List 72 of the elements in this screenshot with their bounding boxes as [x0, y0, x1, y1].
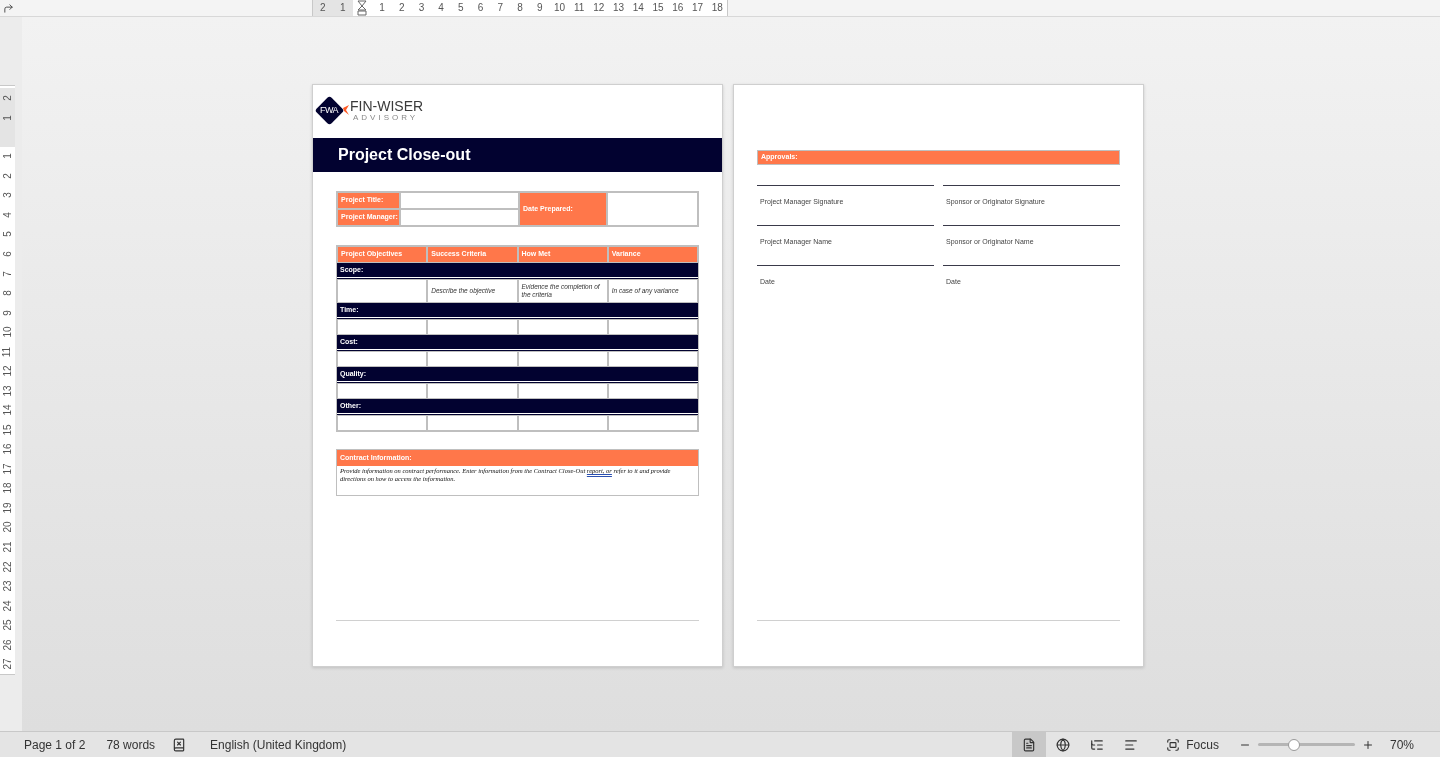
ruler-number: 2 — [2, 95, 13, 101]
zoom-slider-thumb[interactable] — [1287, 738, 1300, 751]
zoom-in-icon[interactable] — [1361, 738, 1374, 751]
ruler-number: 22 — [2, 560, 13, 573]
ruler-number: 5 — [457, 1, 465, 15]
ruler-number: 18 — [710, 1, 724, 15]
ruler-number: 17 — [690, 1, 705, 15]
ruler-number: 23 — [2, 580, 13, 592]
ruler-number: 9 — [535, 1, 544, 15]
ruler-number: 24 — [2, 600, 13, 612]
ruler-number: 12 — [592, 1, 606, 15]
zoom-level[interactable]: 70% — [1389, 735, 1414, 754]
outline-icon — [1090, 737, 1105, 752]
ruler-number: 6 — [476, 1, 485, 15]
zoom-slider[interactable] — [1257, 738, 1355, 751]
ruler-number: 15 — [2, 424, 13, 436]
ruler-number: 16 — [671, 1, 685, 15]
language[interactable]: English (United Kingdom) — [210, 735, 347, 754]
horizontal-ruler[interactable]: 2 1 1 2 3 4 5 6 7 8 9 10 11 12 13 14 15 16 17 18 — [312, 0, 728, 16]
lines-icon — [1124, 737, 1139, 752]
ruler-number: 9 — [2, 309, 13, 316]
vertical-ruler[interactable]: 2 1 1 2 3 4 5 6 7 8 9 10 11 12 13 14 15 16 17 18 19 20 21 22 23 24 25 26 27 — [0, 85, 15, 675]
ruler-number: 3 — [2, 192, 13, 199]
ruler-number: 14 — [2, 404, 13, 416]
ruler-number: 16 — [2, 443, 13, 455]
ruler-number: 11 — [572, 1, 586, 15]
ruler-number: 19 — [2, 502, 13, 514]
ruler-number: 25 — [2, 619, 13, 631]
ruler-number: 11 — [2, 346, 13, 357]
logo-name: FIN-WISER — [350, 98, 424, 114]
word-count[interactable]: 78 words — [106, 735, 156, 754]
view-button[interactable] — [1012, 732, 1047, 757]
focus-button[interactable]: Focus — [1166, 732, 1219, 757]
ruler-number: 7 — [2, 270, 13, 277]
ruler-number: 21 — [2, 541, 13, 553]
ruler-number: 1 — [378, 1, 386, 15]
ruler-number: 10 — [2, 326, 13, 338]
ruler-number: 4 — [2, 212, 13, 218]
indent-marker-icon[interactable] — [357, 0, 368, 16]
ruler-number: 2 — [397, 1, 406, 15]
logo-tagline: ADVISORY — [352, 113, 420, 122]
ruler-number: 4 — [437, 1, 445, 15]
focus-icon — [1166, 737, 1181, 752]
page-count[interactable]: Page 1 of 2 — [24, 735, 86, 754]
ruler-number: 7 — [496, 1, 505, 15]
globe-icon — [1056, 737, 1071, 752]
ruler-number: 17 — [2, 463, 13, 475]
ruler-number: 26 — [2, 639, 13, 651]
logo-mark-text: FWA — [319, 105, 339, 115]
ruler-number: 20 — [2, 521, 13, 533]
ruler-number: 3 — [417, 1, 426, 15]
ruler-number: 14 — [631, 1, 645, 15]
proofing-icon[interactable] — [172, 737, 187, 752]
ruler-number: 8 — [516, 1, 524, 15]
ruler-number: 10 — [552, 1, 566, 15]
ruler-number: 1 — [338, 1, 347, 15]
ruler-number: 1 — [2, 153, 13, 160]
ruler-number: 27 — [2, 658, 13, 670]
ruler-number: 13 — [612, 1, 626, 15]
ruler-number: 6 — [2, 251, 13, 257]
document-title: Project Close-out — [338, 145, 471, 165]
ruler-number: 5 — [2, 231, 13, 238]
ruler-number: 1 — [2, 114, 13, 121]
ruler-number: 8 — [2, 290, 13, 296]
ruler-number: 13 — [2, 385, 13, 397]
page-layout-icon — [1022, 737, 1037, 752]
ruler-number: 18 — [2, 482, 13, 494]
ruler-number: 15 — [651, 1, 665, 15]
ruler-number: 2 — [319, 1, 327, 15]
ruler-number: 12 — [2, 365, 13, 377]
tab-selector-icon[interactable] — [3, 2, 14, 14]
ruler-number: 2 — [2, 173, 13, 179]
